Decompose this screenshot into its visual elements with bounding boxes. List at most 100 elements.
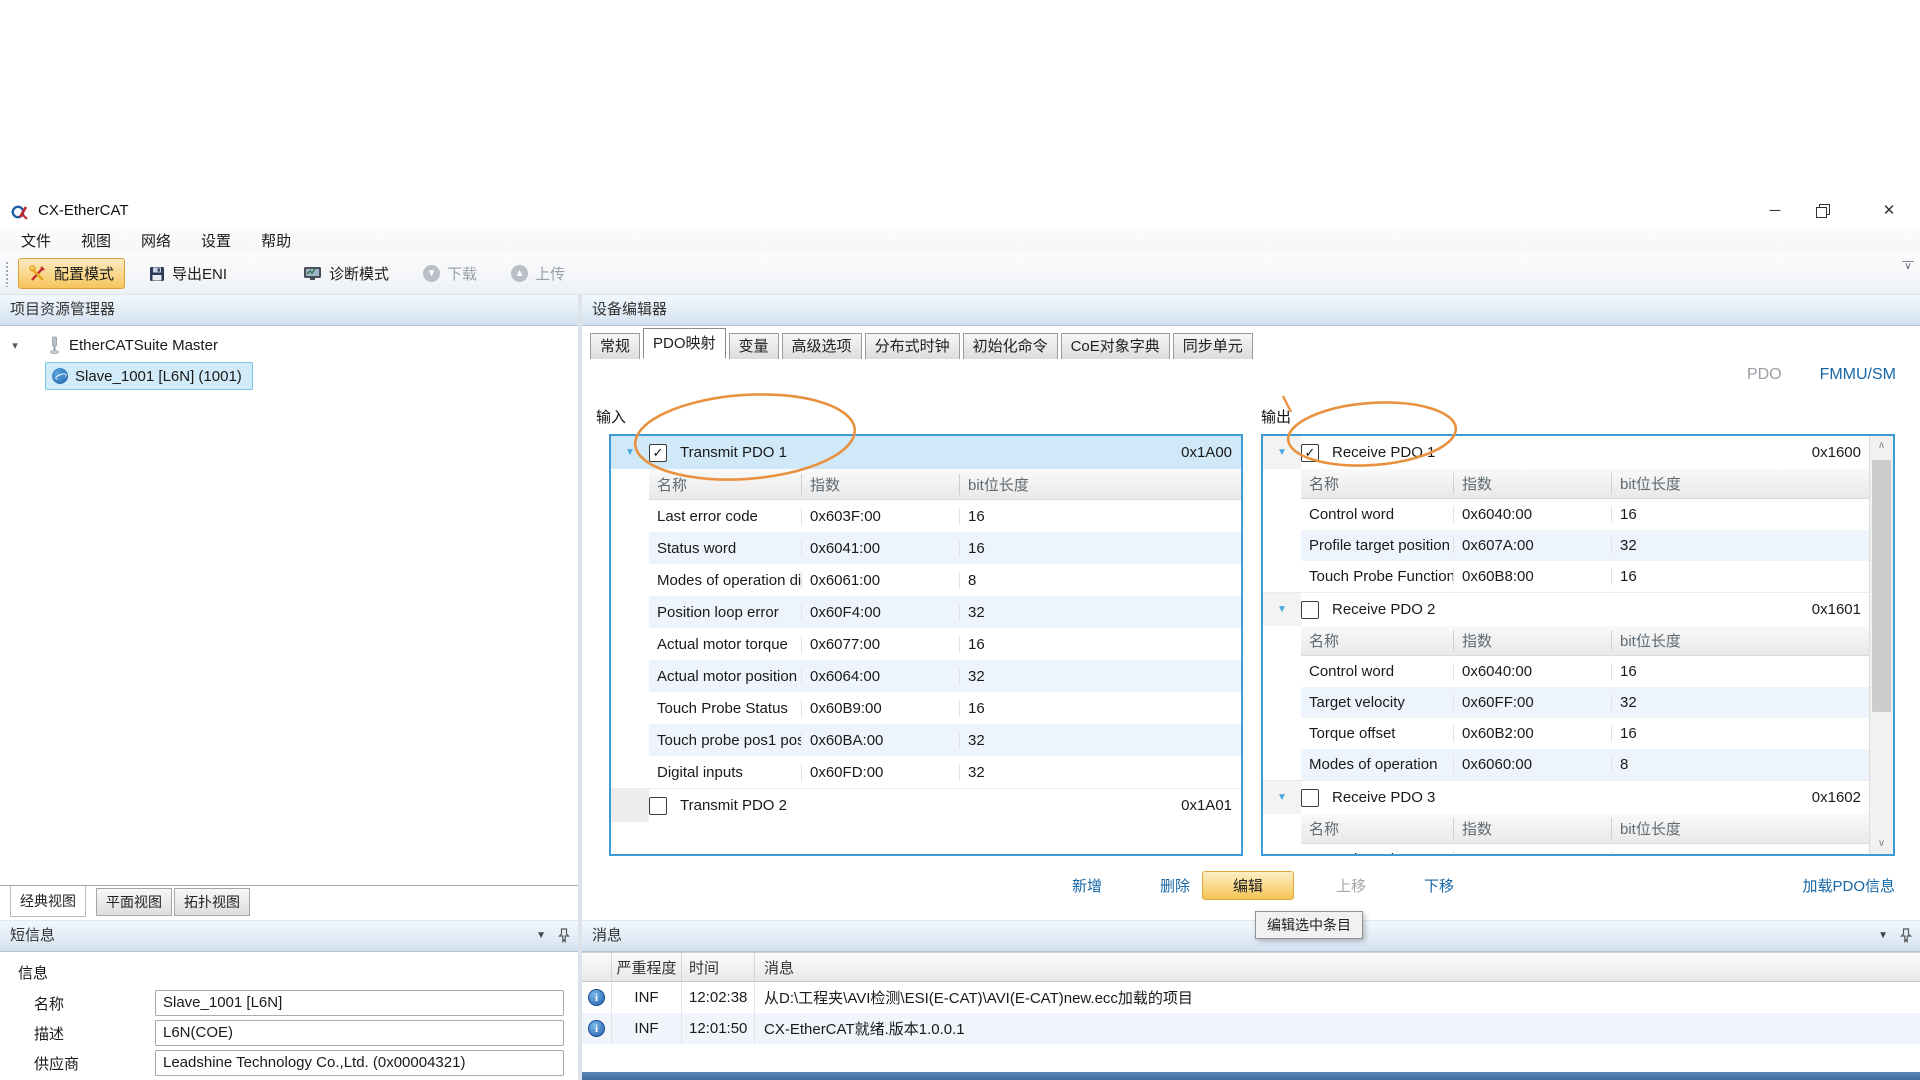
scroll-thumb[interactable] bbox=[1872, 460, 1891, 712]
tab-general[interactable]: 常规 bbox=[590, 333, 640, 359]
collapse-arrow-icon[interactable]: ▼ bbox=[1277, 604, 1287, 615]
master-label: EtherCATSuite Master bbox=[69, 337, 218, 354]
entry-bitlength: 16 bbox=[960, 700, 1241, 717]
vendor-field[interactable]: Leadshine Technology Co.,Ltd. (0x0000432… bbox=[155, 1050, 564, 1076]
pdo-entry-row[interactable]: Actual motor torque 0x6077:00 16 bbox=[649, 628, 1241, 660]
tab-distributed-clock[interactable]: 分布式时钟 bbox=[865, 333, 960, 359]
pdo-entry-row[interactable]: Touch probe pos1 pos value 0x60BA:00 32 bbox=[649, 724, 1241, 756]
message-row[interactable]: i INF 12:02:38 从D:\工程夹\AVI检测\ESI(E-CAT)\… bbox=[582, 982, 1920, 1013]
entry-bitlength: 8 bbox=[960, 572, 1241, 589]
pdo-entry-header: 名称 指数 bit位长度 bbox=[1301, 626, 1870, 656]
pdo-entry-row[interactable]: Touch Probe Function 0x60B8:00 16 bbox=[1301, 561, 1870, 592]
diagnosis-mode-button[interactable]: 诊断模式 bbox=[293, 259, 399, 288]
entry-index: 0x60F4:00 bbox=[802, 604, 960, 621]
panel-dropdown-icon[interactable]: ▼ bbox=[536, 930, 546, 941]
tab-coe-dictionary[interactable]: CoE对象字典 bbox=[1061, 333, 1170, 359]
pdo-checkbox[interactable]: ✓ bbox=[1301, 601, 1319, 619]
toolbar-overflow-icon[interactable]: ∨ bbox=[1902, 261, 1914, 272]
pin-icon[interactable] bbox=[558, 928, 570, 943]
messages-header-row: 严重程度 时间 消息 bbox=[582, 952, 1920, 982]
pdo-entry-row-clipped[interactable]: Control word 0x6040:00 16 bbox=[1301, 844, 1870, 854]
entry-index: 0x60BA:00 bbox=[802, 732, 960, 749]
pdo-checkbox[interactable]: ✓ bbox=[649, 444, 667, 462]
pdo-entry-row[interactable]: Target velocity 0x60FF:00 32 bbox=[1301, 687, 1870, 718]
entry-index: 0x60FD:00 bbox=[802, 764, 960, 781]
vertical-scrollbar[interactable]: ∧ ∨ bbox=[1869, 436, 1893, 854]
pdo-entry-row[interactable]: Control word 0x6040:00 16 bbox=[1301, 656, 1870, 687]
device-editor-panel: 设备编辑器 常规 PDO映射 变量 高级选项 分布式时钟 初始化命令 CoE对象… bbox=[582, 294, 1920, 920]
restore-button[interactable] bbox=[1816, 204, 1828, 216]
description-field-label: 描述 bbox=[34, 1023, 64, 1044]
pdo-group-row[interactable]: ▼ ✓ Receive PDO 2 0x1601 bbox=[1263, 592, 1870, 626]
pdo-entry-row[interactable]: Modes of operation 0x6060:00 8 bbox=[1301, 749, 1870, 780]
menu-network[interactable]: 网络 bbox=[126, 230, 186, 251]
pdo-entry-row[interactable]: Control word 0x6040:00 16 bbox=[1301, 499, 1870, 530]
tab-advanced-options[interactable]: 高级选项 bbox=[782, 333, 862, 359]
entry-bitlength: 16 bbox=[1612, 506, 1870, 523]
link-pdo[interactable]: PDO bbox=[1747, 366, 1782, 384]
tab-init-commands[interactable]: 初始化命令 bbox=[963, 333, 1058, 359]
menu-file[interactable]: 文件 bbox=[6, 230, 66, 251]
scroll-up-icon[interactable]: ∧ bbox=[1870, 436, 1893, 456]
export-eni-button[interactable]: 导出ENI bbox=[139, 259, 237, 288]
move-up-button: 上移 bbox=[1336, 874, 1366, 900]
load-pdo-info-button[interactable]: 加载PDO信息 bbox=[1802, 874, 1895, 900]
view-tab-bar: 经典视图 平面视图 拓扑视图 bbox=[0, 885, 578, 920]
tree-item-master[interactable]: ▾ EtherCATSuite Master bbox=[0, 332, 218, 358]
pdo-entry-row[interactable]: Last error code 0x603F:00 16 bbox=[649, 500, 1241, 532]
pdo-checkbox[interactable]: ✓ bbox=[1301, 789, 1319, 807]
pin-icon[interactable] bbox=[1900, 928, 1912, 943]
move-down-button[interactable]: 下移 bbox=[1424, 874, 1454, 900]
pdo-group-row[interactable]: ✓ Transmit PDO 2 0x1A01 bbox=[611, 788, 1241, 822]
tab-variables[interactable]: 变量 bbox=[729, 333, 779, 359]
name-field[interactable]: Slave_1001 [L6N] bbox=[155, 990, 564, 1016]
collapse-arrow-icon[interactable]: ▼ bbox=[1277, 792, 1287, 803]
message-text: CX-EtherCAT就绪.版本1.0.0.1 bbox=[755, 1018, 1920, 1039]
message-row[interactable]: i INF 12:01:50 CX-EtherCAT就绪.版本1.0.0.1 bbox=[582, 1013, 1920, 1044]
column-index: 指数 bbox=[1454, 473, 1612, 494]
collapse-arrow-icon[interactable]: ▼ bbox=[625, 447, 635, 458]
pdo-name: Receive PDO 1 bbox=[1332, 444, 1435, 461]
collapse-arrow-icon[interactable]: ▼ bbox=[1277, 447, 1287, 458]
pdo-group-row[interactable]: ▼ ✓ Transmit PDO 1 0x1A00 bbox=[611, 436, 1241, 469]
short-info-title: 短信息 bbox=[0, 920, 578, 952]
upload-icon: ▲ bbox=[511, 265, 528, 282]
description-field[interactable]: L6N(COE) bbox=[155, 1020, 564, 1046]
config-mode-button[interactable]: 配置模式 bbox=[18, 258, 125, 289]
tree-expander-icon[interactable]: ▾ bbox=[0, 339, 30, 352]
add-button[interactable]: 新增 bbox=[1072, 874, 1102, 900]
pdo-entry-row[interactable]: Actual motor position 0x6064:00 32 bbox=[649, 660, 1241, 692]
tab-classic-view[interactable]: 经典视图 bbox=[10, 886, 86, 917]
pdo-checkbox[interactable]: ✓ bbox=[1301, 444, 1319, 462]
menu-view[interactable]: 视图 bbox=[66, 230, 126, 251]
tab-pdo-mapping[interactable]: PDO映射 bbox=[643, 328, 726, 359]
pdo-entry-row[interactable]: Position loop error 0x60F4:00 32 bbox=[649, 596, 1241, 628]
pdo-entry-row[interactable]: Touch Probe Status 0x60B9:00 16 bbox=[649, 692, 1241, 724]
menu-help[interactable]: 帮助 bbox=[246, 230, 306, 251]
pdo-checkbox[interactable]: ✓ bbox=[649, 797, 667, 815]
entry-bitlength: 16 bbox=[960, 636, 1241, 653]
pdo-group-row[interactable]: ▼ ✓ Receive PDO 3 0x1602 bbox=[1263, 780, 1870, 814]
edit-button[interactable]: 编辑 bbox=[1202, 871, 1294, 900]
tree-item-slave-selected[interactable]: Slave_1001 [L6N] (1001) bbox=[45, 362, 253, 390]
pdo-entry-row[interactable]: Torque offset 0x60B2:00 16 bbox=[1301, 718, 1870, 749]
messages-title: 消息 bbox=[582, 920, 1920, 952]
entry-name: Digital inputs bbox=[649, 764, 802, 781]
menu-bar: 文件 视图 网络 设置 帮助 bbox=[0, 227, 1920, 253]
link-fmmu-sm[interactable]: FMMU/SM bbox=[1820, 366, 1896, 384]
minimize-button[interactable]: ─ bbox=[1752, 195, 1798, 227]
tab-topology-view[interactable]: 拓扑视图 bbox=[174, 888, 250, 916]
pdo-entry-row[interactable]: Status word 0x6041:00 16 bbox=[649, 532, 1241, 564]
pdo-mode-links: PDO FMMU/SM bbox=[1747, 366, 1896, 384]
pdo-entry-row[interactable]: Profile target position 0x607A:00 32 bbox=[1301, 530, 1870, 561]
panel-dropdown-icon[interactable]: ▼ bbox=[1878, 930, 1888, 941]
pdo-group-row[interactable]: ▼ ✓ Receive PDO 1 0x1600 bbox=[1263, 436, 1870, 469]
menu-settings[interactable]: 设置 bbox=[186, 230, 246, 251]
pdo-entry-row[interactable]: Digital inputs 0x60FD:00 32 bbox=[649, 756, 1241, 788]
tab-flat-view[interactable]: 平面视图 bbox=[96, 888, 172, 916]
delete-button[interactable]: 删除 bbox=[1160, 874, 1190, 900]
scroll-down-icon[interactable]: ∨ bbox=[1870, 834, 1893, 854]
pdo-entry-row[interactable]: Modes of operation display 0x6061:00 8 bbox=[649, 564, 1241, 596]
tab-sync-units[interactable]: 同步单元 bbox=[1173, 333, 1253, 359]
close-button[interactable]: ✕ bbox=[1866, 195, 1912, 227]
